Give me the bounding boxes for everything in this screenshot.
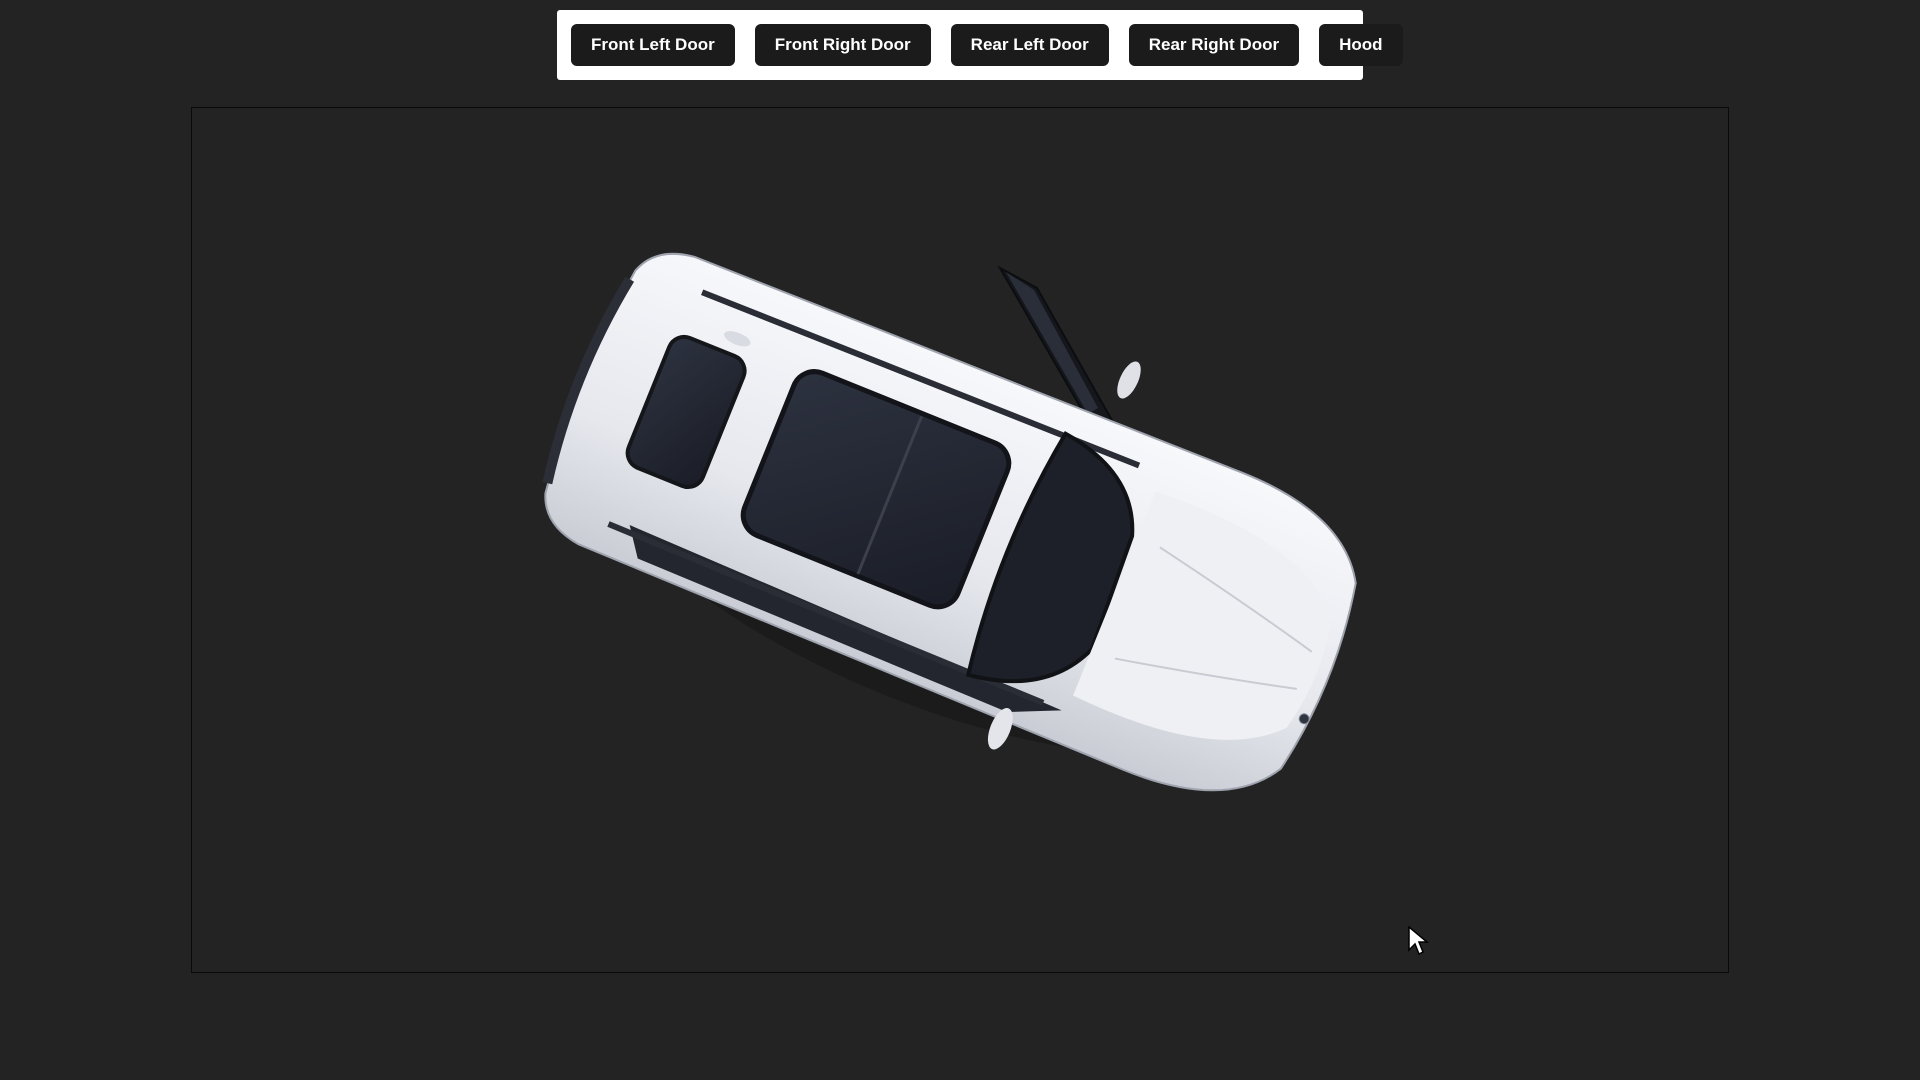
mouse-cursor-icon <box>1408 926 1429 956</box>
hood-button[interactable]: Hood <box>1319 24 1403 66</box>
3d-viewer-canvas[interactable] <box>191 107 1729 973</box>
rear-right-door-button[interactable]: Rear Right Door <box>1128 24 1300 66</box>
car-3d-model-icon[interactable] <box>192 108 1729 973</box>
front-right-door-button[interactable]: Front Right Door <box>754 24 931 66</box>
front-left-door-button[interactable]: Front Left Door <box>571 24 735 66</box>
rear-left-door-button[interactable]: Rear Left Door <box>950 24 1109 66</box>
car-body <box>542 252 1357 792</box>
door-control-toolbar: Front Left Door Front Right Door Rear Le… <box>557 10 1403 80</box>
